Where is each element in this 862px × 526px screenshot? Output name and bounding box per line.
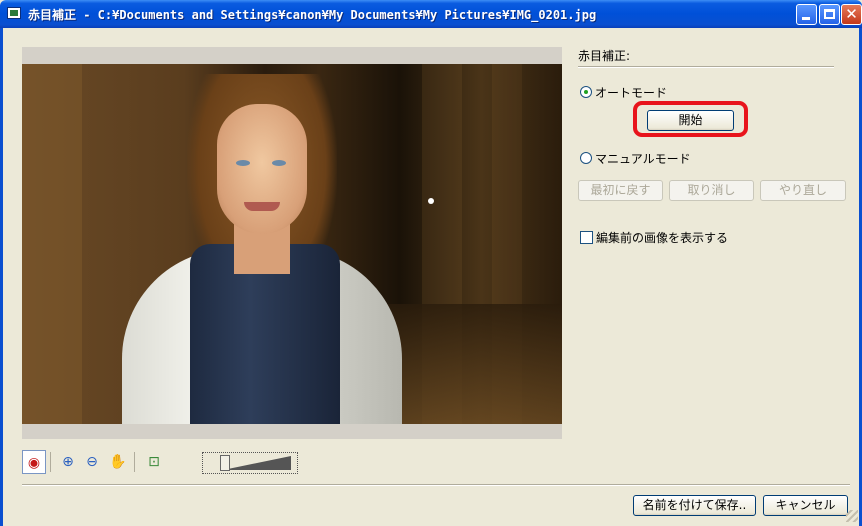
zoom-slider[interactable] [202,452,298,474]
resize-grip[interactable] [846,510,858,522]
zoom-in-icon[interactable]: ⊕ [56,450,80,474]
close-button[interactable]: ✕ [841,4,862,25]
photo-preview[interactable] [22,64,562,424]
close-icon: ✕ [845,5,858,23]
highlight-annotation [633,101,748,137]
section-label: 赤目補正: [578,49,631,63]
manual-mode-radio[interactable] [580,152,592,164]
redo-button[interactable]: やり直し [760,180,846,201]
footer-divider [22,484,850,486]
show-before-checkbox[interactable] [580,231,593,244]
cancel-button[interactable]: キャンセル [763,495,848,516]
section-divider [578,66,834,68]
red-eye-icon[interactable]: ◉ [22,450,46,474]
title-bar[interactable]: 赤目補正 - C:¥Documents and Settings¥canon¥M… [0,0,862,28]
save-as-button[interactable]: 名前を付けて保存.. [633,495,756,516]
zoom-slider-thumb[interactable] [220,455,230,471]
maximize-button[interactable] [819,4,840,25]
zoom-slider-track [223,456,291,470]
minimize-button[interactable] [796,4,817,25]
manual-mode-label[interactable]: マニュアルモード [595,150,691,167]
zoom-out-icon[interactable]: ⊖ [80,450,104,474]
show-before-label[interactable]: 編集前の画像を表示する [596,229,728,246]
auto-mode-label[interactable]: オートモード [595,84,667,101]
hand-icon[interactable]: ✋ [106,450,130,474]
undo-button[interactable]: 取り消し [669,180,754,201]
window-title: 赤目補正 - C:¥Documents and Settings¥canon¥M… [28,8,597,22]
auto-mode-radio[interactable] [580,86,592,98]
app-icon [7,7,21,19]
fit-window-icon[interactable]: ⊡ [142,450,166,474]
reset-button[interactable]: 最初に戻す [578,180,663,201]
